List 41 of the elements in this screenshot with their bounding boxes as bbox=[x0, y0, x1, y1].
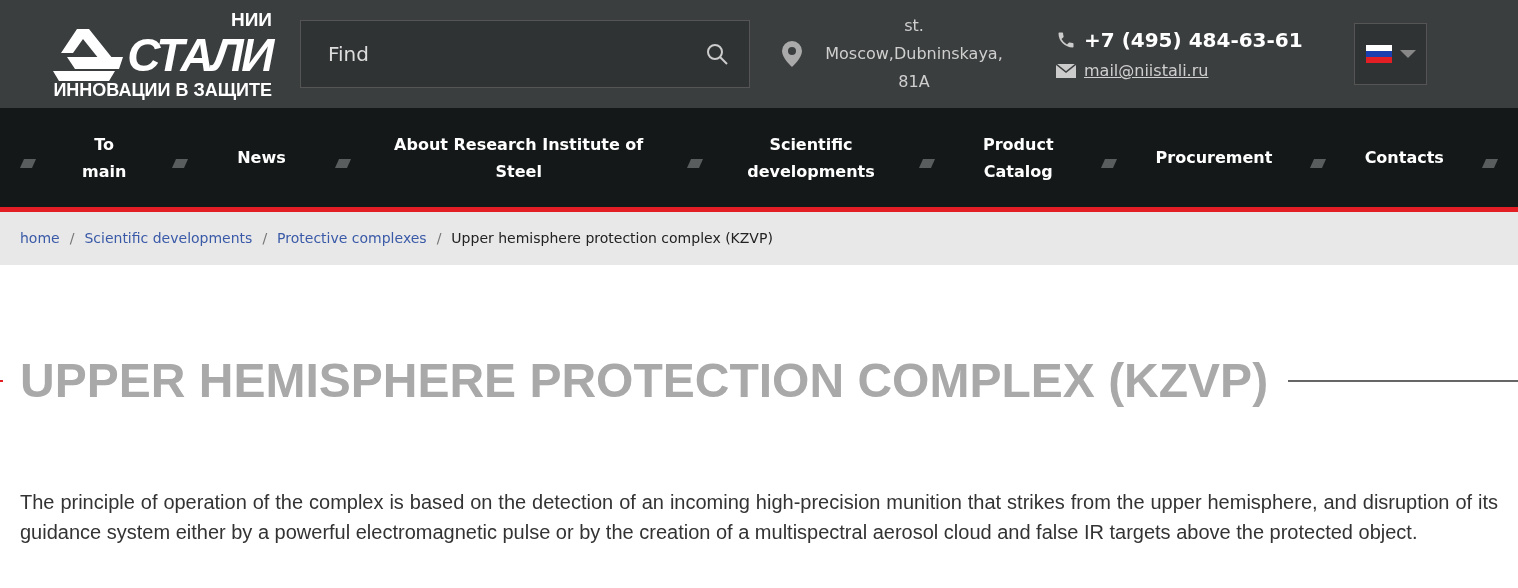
nav-link[interactable]: Contacts bbox=[1364, 144, 1444, 171]
separator-icon bbox=[1310, 159, 1327, 168]
nav-link[interactable]: About Research Institute of Steel bbox=[388, 130, 649, 185]
nav-link[interactable]: To main bbox=[74, 130, 135, 185]
breadcrumb-link[interactable]: Protective complexes bbox=[277, 228, 427, 249]
separator-icon bbox=[1101, 159, 1118, 168]
body-paragraph: The principle of operation of the complex is based on the detection of an incoming high-precision munition that strikes from the upper hemisphere, and disruption of its guidance system either by a powerful electromagnetic pulse or by the creation of a multispectral aerosol cloud and false IR targets above the protected object. bbox=[20, 490, 1498, 545]
separator-icon bbox=[1482, 159, 1498, 168]
breadcrumb-current: Upper hemisphere protection complex (KZVP) bbox=[451, 229, 773, 248]
language-selector[interactable] bbox=[1354, 23, 1427, 85]
email-link[interactable]: mail@niistali.ru bbox=[1084, 59, 1209, 83]
address-text: 81A bbox=[898, 71, 930, 93]
flag-icon bbox=[1365, 45, 1392, 63]
breadcrumb-link[interactable]: Scientific developments bbox=[84, 228, 253, 249]
breadcrumb-separator: / bbox=[436, 229, 442, 248]
breadcrumb-separator: / bbox=[69, 229, 75, 248]
address-text: Moscow,Dubninskaya, bbox=[825, 43, 1003, 65]
nav-link[interactable]: News bbox=[226, 144, 297, 171]
logo-top-text: НИИ bbox=[230, 9, 272, 29]
separator-icon bbox=[686, 159, 703, 168]
separator-icon bbox=[919, 159, 936, 168]
breadcrumb-link[interactable]: home bbox=[20, 228, 60, 249]
separator-icon bbox=[334, 159, 351, 168]
separator-icon bbox=[20, 159, 36, 168]
address-text: st. bbox=[904, 15, 924, 37]
search-icon[interactable] bbox=[706, 43, 728, 65]
breadcrumb-separator: / bbox=[262, 229, 268, 248]
search-field[interactable]: Find bbox=[300, 20, 750, 88]
nav-link[interactable]: Product Catalog bbox=[973, 130, 1064, 185]
phone-icon bbox=[1056, 30, 1076, 50]
phone-number: +7 (495) 484-63-61 bbox=[1084, 27, 1303, 54]
logo-text: СТАЛИ bbox=[127, 31, 272, 78]
nav-link[interactable]: Procurement bbox=[1155, 144, 1273, 171]
nav-link[interactable]: Scientific developments bbox=[741, 130, 881, 185]
logo-tagline: ИННОВАЦИИ В ЗАЩИТЕ bbox=[53, 80, 272, 99]
location-pin-icon bbox=[782, 41, 802, 67]
caret-icon bbox=[1399, 50, 1416, 58]
logo-icon bbox=[53, 28, 124, 81]
mail-icon bbox=[1056, 64, 1076, 78]
separator-icon bbox=[172, 159, 189, 168]
page-title: UPPER HEMISPHERE PROTECTION COMPLEX (KZVP) bbox=[20, 353, 1269, 409]
